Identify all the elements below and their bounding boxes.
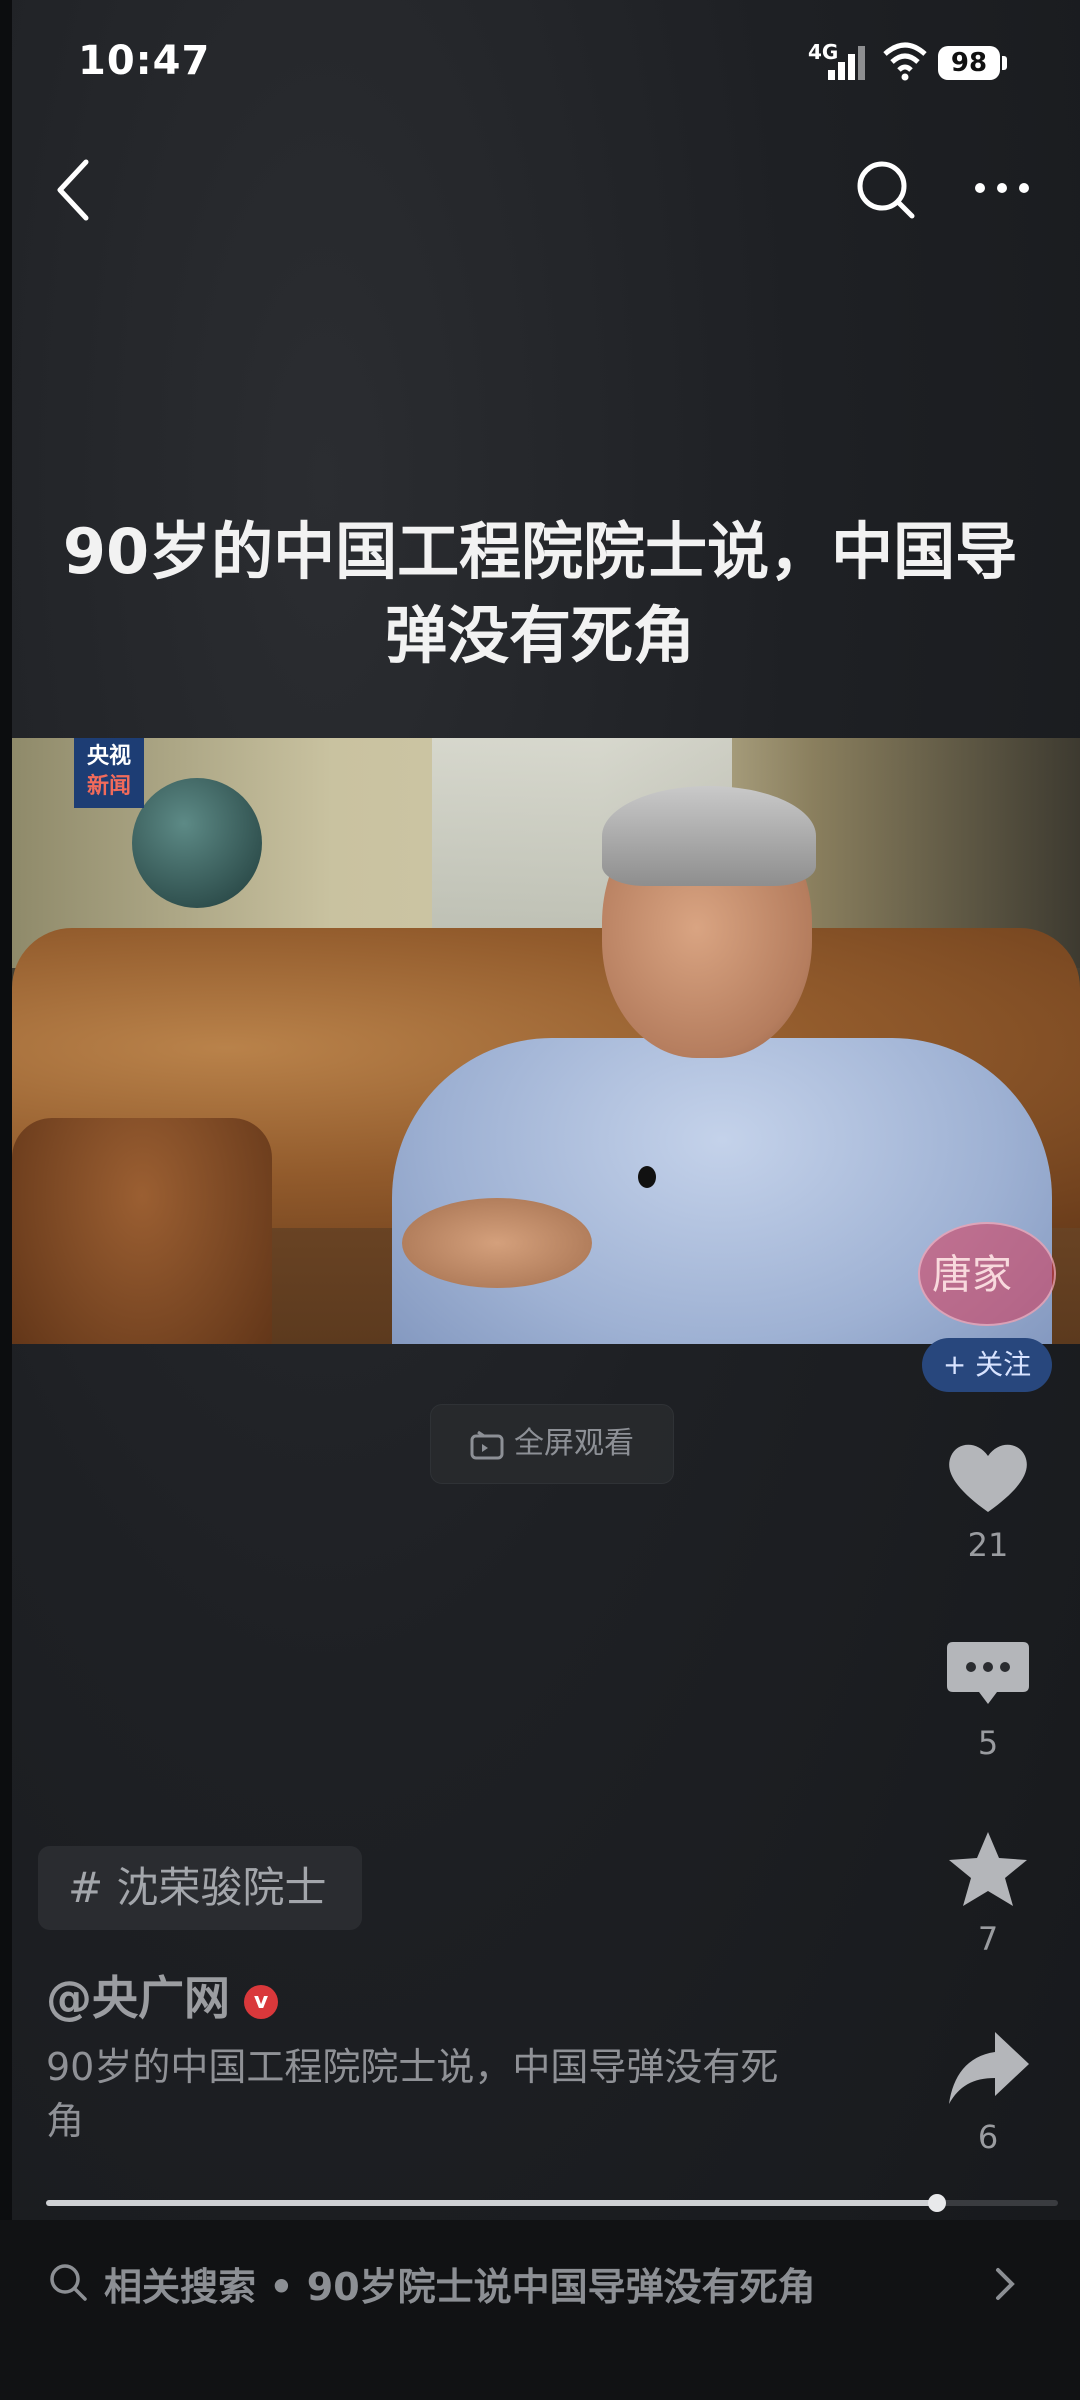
video-person-hair <box>602 786 816 886</box>
follow-button[interactable]: + 关注 <box>922 1338 1052 1392</box>
search-icon[interactable] <box>854 158 918 222</box>
star-icon <box>949 1832 1027 1906</box>
heart-icon <box>949 1444 1027 1512</box>
topic-hashtag[interactable]: # 沈荣骏院士 <box>38 1846 362 1930</box>
watermark-stamp: 唐家 <box>918 1222 1056 1326</box>
lapel-mic <box>638 1166 656 1188</box>
related-search-bar[interactable]: 相关搜索 • 90岁院士说中国导弹没有死角 <box>0 2220 1080 2400</box>
fullscreen-icon <box>470 1430 504 1459</box>
author-handle[interactable]: @央广网 <box>46 1971 230 2025</box>
back-icon[interactable] <box>50 150 100 230</box>
signal-icon <box>828 46 865 80</box>
chevron-right-icon <box>996 2268 1015 2300</box>
share-icon <box>949 2032 1029 2104</box>
favorite-count: 7 <box>977 1920 999 1958</box>
battery-tip <box>1002 56 1007 70</box>
like-count: 21 <box>967 1526 1009 1564</box>
search-icon <box>50 2264 87 2301</box>
author-name[interactable]: @央广网 v <box>46 1962 278 2028</box>
comment-icon <box>947 1642 1029 1704</box>
progress-fill <box>46 2200 937 2206</box>
video-person-hand <box>402 1198 592 1288</box>
video-vase <box>132 778 262 908</box>
progress-bar[interactable] <box>46 2194 1058 2212</box>
favorite-action[interactable]: 7 <box>930 1826 1046 1958</box>
logo-line-1: 央视 <box>86 744 131 769</box>
screen-edge <box>0 0 12 2400</box>
comment-count: 5 <box>977 1724 999 1762</box>
video-headline: 90岁的中国工程院院士说，中国导弹没有死角 <box>62 515 1018 672</box>
logo-line-2: 新闻 <box>86 774 131 799</box>
battery-indicator: 98 <box>938 46 1000 80</box>
status-time: 10:47 <box>78 38 211 84</box>
verified-badge-icon: v <box>244 1984 278 2019</box>
comment-action[interactable]: 5 <box>930 1630 1046 1762</box>
share-action[interactable]: 6 <box>930 2024 1046 2156</box>
like-action[interactable]: 21 <box>930 1432 1046 1564</box>
progress-knob[interactable] <box>927 2194 946 2212</box>
more-icon[interactable] <box>970 160 1034 216</box>
video-description: 90岁的中国工程院院士说，中国导弹没有死角 <box>46 2045 779 2143</box>
status-bar: 10:47 4G 98 <box>0 0 1080 130</box>
fullscreen-label: 全屏观看 <box>514 1426 634 1461</box>
app-screen: 10:47 4G 98 90岁的中国工程院院士说，中国导弹没有死角 央视 新闻 … <box>0 0 1080 2400</box>
related-search-text: 相关搜索 • 90岁院士说中国导弹没有死角 <box>104 2265 816 2309</box>
cctv-news-logo: 央视 新闻 <box>74 738 144 808</box>
video-player[interactable] <box>12 738 1080 1344</box>
fullscreen-button[interactable]: 全屏观看 <box>430 1404 674 1484</box>
wifi-icon <box>883 42 927 81</box>
stamp-text: 唐家 <box>932 1252 1012 1298</box>
video-sofa-arm <box>12 1118 272 1344</box>
share-count: 6 <box>977 2118 999 2156</box>
